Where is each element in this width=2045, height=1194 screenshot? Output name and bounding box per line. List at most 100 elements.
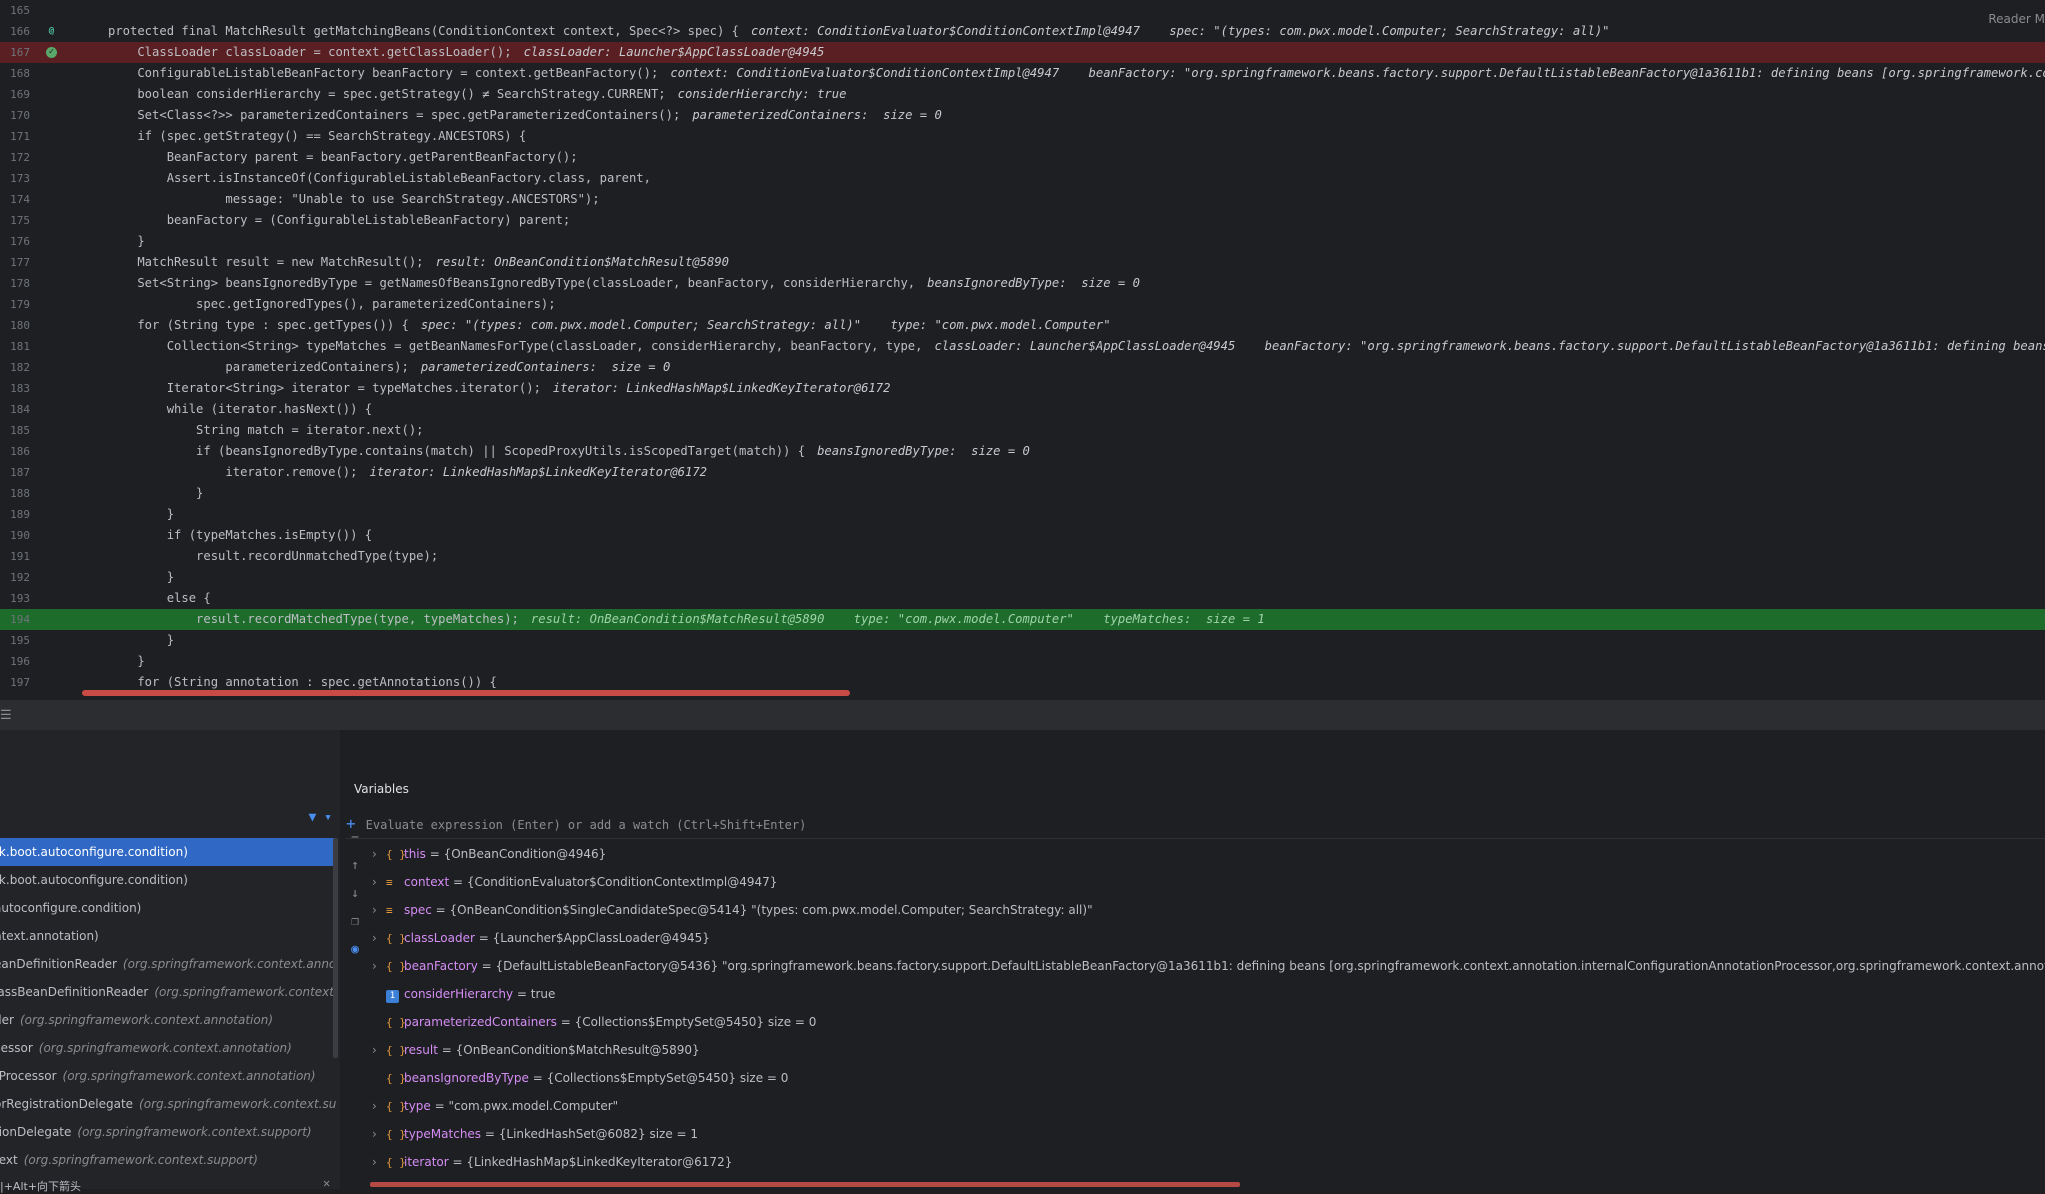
- code-line[interactable]: 169 boolean considerHierarchy = spec.get…: [0, 84, 2045, 105]
- code-editor[interactable]: 165 166 @ protected final MatchResult getMa…: [0, 0, 2045, 700]
- line-number[interactable]: 172: [0, 147, 30, 168]
- editor-horizontal-scrollbar[interactable]: [82, 690, 850, 696]
- frames-scrollbar[interactable]: [333, 838, 338, 1058]
- code-line[interactable]: 179 spec.getIgnoredTypes(), parameterize…: [0, 294, 2045, 315]
- line-number[interactable]: 169: [0, 84, 30, 105]
- line-number[interactable]: 187: [0, 462, 30, 483]
- evaluate-expression-field[interactable]: + Evaluate expression (Enter) or add a wa…: [346, 810, 2045, 839]
- line-number[interactable]: 194: [0, 609, 30, 630]
- code-line[interactable]: 176 }: [0, 231, 2045, 252]
- line-number[interactable]: 197: [0, 672, 30, 693]
- copy-icon[interactable]: ❐: [340, 914, 370, 942]
- close-icon[interactable]: ✕: [323, 1176, 330, 1190]
- chevron-right-icon[interactable]: ›: [372, 1036, 386, 1064]
- filter-icon[interactable]: ▼ ▾: [309, 810, 332, 825]
- arrow-up-icon[interactable]: ↑: [340, 858, 370, 886]
- line-number[interactable]: 171: [0, 126, 30, 147]
- line-number[interactable]: 167: [0, 42, 30, 63]
- code-line[interactable]: 183 Iterator<String> iterator = typeMatc…: [0, 378, 2045, 399]
- line-number[interactable]: 168: [0, 63, 30, 84]
- code-line[interactable]: 178 Set<String> beansIgnoredByType = get…: [0, 273, 2045, 294]
- line-number[interactable]: 195: [0, 630, 30, 651]
- chevron-right-icon[interactable]: ›: [372, 896, 386, 924]
- code-line[interactable]: 168 ConfigurableListableBeanFactory bean…: [0, 63, 2045, 84]
- code-line[interactable]: 172 BeanFactory parent = beanFactory.get…: [0, 147, 2045, 168]
- arrow-down-icon[interactable]: ↓: [340, 886, 370, 914]
- line-number[interactable]: 192: [0, 567, 30, 588]
- code-line[interactable]: 188 }: [0, 483, 2045, 504]
- frame-item[interactable]: tProcessor (org.springframework.context.a…: [0, 1062, 336, 1090]
- variable-row[interactable]: ›{ }typeMatches = {LinkedHashSet@6082} s…: [372, 1120, 698, 1148]
- frame-item[interactable]: text (org.springframework.context.support…: [0, 1146, 336, 1174]
- code-line[interactable]: 170 Set<Class<?>> parameterizedContainer…: [0, 105, 2045, 126]
- line-number[interactable]: 196: [0, 651, 30, 672]
- frame-item[interactable]: autoconfigure.condition): [0, 894, 336, 922]
- override-icon[interactable]: @: [46, 26, 57, 37]
- line-number[interactable]: 185: [0, 420, 30, 441]
- variables-horizontal-scrollbar[interactable]: [370, 1182, 1240, 1187]
- code-line[interactable]: 175 beanFactory = (ConfigurableListableB…: [0, 210, 2045, 231]
- variable-row[interactable]: ›{ }classLoader = {Launcher$AppClassLoad…: [372, 924, 710, 952]
- frame-item[interactable]: rk.boot.autoconfigure.condition): [0, 838, 336, 866]
- chevron-right-icon[interactable]: ›: [372, 1092, 386, 1120]
- code-line[interactable]: 192 }: [0, 567, 2045, 588]
- code-line[interactable]: 174 message: "Unable to use SearchStrate…: [0, 189, 2045, 210]
- code-line[interactable]: 187 iterator.remove(); iterator: LinkedHa…: [0, 462, 2045, 483]
- line-number[interactable]: 178: [0, 273, 30, 294]
- chevron-right-icon[interactable]: ›: [372, 952, 386, 980]
- panel-splitter[interactable]: ☰: [0, 700, 2045, 730]
- code-line[interactable]: 180 for (String type : spec.getTypes()) …: [0, 315, 2045, 336]
- add-watch-icon[interactable]: +: [346, 814, 356, 833]
- chevron-right-icon[interactable]: ›: [372, 868, 386, 896]
- line-number[interactable]: 176: [0, 231, 30, 252]
- frame-item[interactable]: rk.boot.autoconfigure.condition): [0, 866, 336, 894]
- code-line[interactable]: 193 else {: [0, 588, 2045, 609]
- variable-row[interactable]: › ≡ spec = {OnBeanCondition$SingleCandidat…: [372, 896, 1093, 924]
- code-line[interactable]: 189 }: [0, 504, 2045, 525]
- line-number[interactable]: 181: [0, 336, 30, 357]
- eye-icon[interactable]: ◉: [340, 942, 370, 970]
- line-number[interactable]: 190: [0, 525, 30, 546]
- frame-item[interactable]: eanDefinitionReader (org.springframework.…: [0, 950, 336, 978]
- frame-item[interactable]: cessor (org.springframework.context.annot…: [0, 1034, 336, 1062]
- variable-row[interactable]: { }parameterizedContainers = {Collection…: [372, 1008, 816, 1036]
- line-number[interactable]: 180: [0, 315, 30, 336]
- frame-item[interactable]: der (org.springframework.context.annotati…: [0, 1006, 336, 1034]
- code-line[interactable]: 171 if (spec.getStrategy() == SearchStra…: [0, 126, 2045, 147]
- line-number[interactable]: 170: [0, 105, 30, 126]
- code-line[interactable]: 196 }: [0, 651, 2045, 672]
- line-number[interactable]: 184: [0, 399, 30, 420]
- line-number[interactable]: 165: [0, 0, 30, 21]
- line-number[interactable]: 177: [0, 252, 30, 273]
- reader-mode-label[interactable]: Reader M: [1988, 12, 2045, 26]
- code-line[interactable]: 173 Assert.isInstanceOf(ConfigurableList…: [0, 168, 2045, 189]
- frame-item[interactable]: tionDelegate (org.springframework.context…: [0, 1118, 336, 1146]
- code-line[interactable]: 191 result.recordUnmatchedType(type);: [0, 546, 2045, 567]
- variable-row[interactable]: 1 considerHierarchy = true: [372, 980, 555, 1008]
- code-line[interactable]: 190 if (typeMatches.isEmpty()) {: [0, 525, 2045, 546]
- chevron-right-icon[interactable]: ›: [372, 1120, 386, 1148]
- variable-row[interactable]: ›{ }this = {OnBeanCondition@4946}: [372, 840, 606, 868]
- code-line[interactable]: 194 result.recordMatchedType(type, typeM…: [0, 609, 2045, 630]
- code-line[interactable]: 167 ✓ ClassLoader classLoader = context.g…: [0, 42, 2045, 63]
- frame-item[interactable]: ntext.annotation): [0, 922, 336, 950]
- breakpoint-icon[interactable]: ✓: [46, 47, 57, 58]
- code-line[interactable]: 185 String match = iterator.next();: [0, 420, 2045, 441]
- chevron-right-icon[interactable]: ›: [372, 840, 386, 868]
- line-number[interactable]: 182: [0, 357, 30, 378]
- line-number[interactable]: 193: [0, 588, 30, 609]
- line-number[interactable]: 179: [0, 294, 30, 315]
- frame-item[interactable]: orRegistrationDelegate (org.springframewo…: [0, 1090, 336, 1118]
- line-number[interactable]: 186: [0, 441, 30, 462]
- menu-icon[interactable]: ☰: [0, 708, 12, 723]
- chevron-right-icon[interactable]: ›: [372, 1148, 386, 1176]
- variable-row[interactable]: › ≡ context = {ConditionEvaluator$Conditio…: [372, 868, 777, 896]
- code-line[interactable]: 166 @ protected final MatchResult getMatch…: [0, 21, 2045, 42]
- variable-row[interactable]: { }beansIgnoredByType = {Collections$Emp…: [372, 1064, 788, 1092]
- frame-item[interactable]: lassBeanDefinitionReader (org.springframe…: [0, 978, 336, 1006]
- variable-row[interactable]: ›{ }beanFactory = {DefaultListableBeanFa…: [372, 952, 2045, 980]
- line-number[interactable]: 191: [0, 546, 30, 567]
- code-line[interactable]: 195 }: [0, 630, 2045, 651]
- variable-row[interactable]: ›{ }iterator = {LinkedHashMap$LinkedKeyI…: [372, 1148, 732, 1176]
- code-line[interactable]: 165: [0, 0, 2045, 21]
